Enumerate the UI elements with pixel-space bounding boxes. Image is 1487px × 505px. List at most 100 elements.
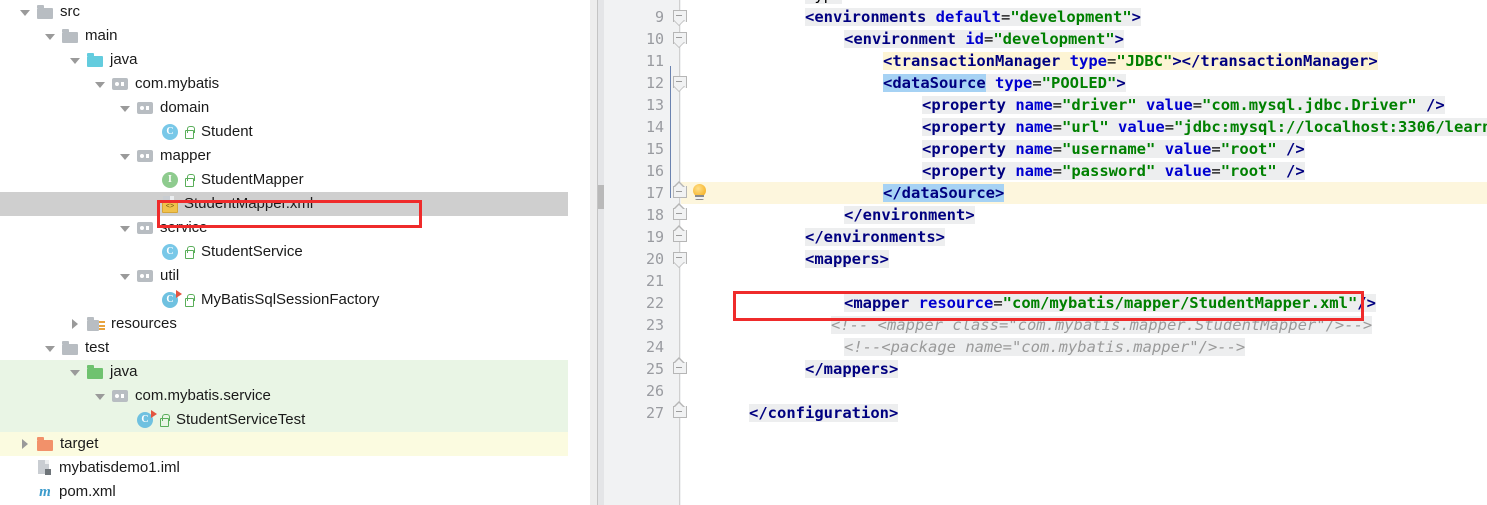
vcs-marker-icon (158, 413, 170, 427)
folder-icon (62, 341, 79, 355)
code-line-22[interactable]: <mapper resource="com/mybatis/mapper/Stu… (844, 292, 1376, 314)
project-tree-panel[interactable]: src main java com.mybatis domain C Student mapp… (0, 0, 590, 505)
tree-item-studentmapper-xml[interactable]: <> StudentMapper.xml (0, 192, 590, 216)
tree-item-domain[interactable]: domain (0, 96, 590, 120)
tree-item-java[interactable]: java (0, 48, 590, 72)
tree-item-label: java (110, 51, 138, 68)
tree-item-service[interactable]: service (0, 216, 590, 240)
line-number-10: 10 (645, 30, 664, 48)
editor-scroll-marker[interactable] (598, 185, 604, 209)
twisty-down-icon[interactable] (95, 79, 106, 90)
runnable-class-icon: C (162, 290, 182, 308)
package-icon (137, 221, 154, 235)
tree-item-com-mybatis[interactable]: com.mybatis (0, 72, 590, 96)
code-line-13[interactable]: <property name="driver" value="com.mysql… (922, 94, 1445, 116)
vcs-marker-icon (183, 125, 195, 139)
code-line-14[interactable]: <property name="url" value="jdbc:mysql:/… (922, 116, 1487, 138)
tree-item-label: MyBatisSqlSessionFactory (201, 291, 380, 308)
twisty-down-icon[interactable] (70, 367, 81, 378)
tree-item-studentservicetest[interactable]: C StudentServiceTest (0, 408, 590, 432)
tree-item-label: target (60, 435, 99, 452)
code-line-27[interactable]: </configuration> (749, 402, 899, 424)
twisty-down-icon[interactable] (120, 223, 131, 234)
java-class-icon: C (162, 124, 178, 140)
twisty-down-icon[interactable] (120, 271, 131, 282)
tree-item-label: service (160, 219, 208, 236)
tree-item-label: com.mybatis (135, 75, 220, 92)
tree-item-util[interactable]: util (0, 264, 590, 288)
tree-item-studentservice[interactable]: C StudentService (0, 240, 590, 264)
tree-scroll-strip[interactable] (568, 0, 590, 505)
code-line-11[interactable]: <transactionManager type="JDBC"></transa… (883, 50, 1378, 72)
package-icon (137, 269, 154, 283)
tree-item-mybatissqlsessionfactory[interactable]: C MyBatisSqlSessionFactory (0, 288, 590, 312)
twisty-down-icon[interactable] (45, 31, 56, 42)
twisty-down-icon[interactable] (120, 103, 131, 114)
tree-item-label: domain (160, 99, 210, 116)
twisty-down-icon[interactable] (70, 55, 81, 66)
tree-item-java[interactable]: java (0, 360, 590, 384)
code-content[interactable]: type<environments default="development">… (681, 0, 1487, 505)
tree-item-main[interactable]: main (0, 24, 590, 48)
folder-icon (37, 5, 54, 19)
line-number-24: 24 (645, 338, 664, 356)
twisty-down-icon[interactable] (95, 391, 106, 402)
line-number-11: 11 (645, 52, 664, 70)
code-line-24[interactable]: <!--<package name="com.mybatis.mapper"/>… (844, 336, 1246, 358)
code-line-25[interactable]: </mappers> (805, 358, 899, 380)
tree-item-label: src (60, 3, 80, 20)
line-number-12: 12 (645, 74, 664, 92)
code-line-23[interactable]: <!-- <mapper class="com.mybatis.mapper.S… (831, 314, 1373, 336)
tree-item-student[interactable]: C Student (0, 120, 590, 144)
line-number-22: 22 (645, 294, 664, 312)
tree-item-label: main (85, 27, 118, 44)
twisty-right-icon[interactable] (70, 318, 81, 330)
code-line-9[interactable]: <environments default="development"> (805, 6, 1142, 28)
code-line-15[interactable]: <property name="username" value="root" /… (922, 138, 1305, 160)
vcs-marker-icon (183, 245, 195, 259)
vcs-marker-icon (183, 293, 195, 307)
twisty-down-icon[interactable] (45, 343, 56, 354)
tree-item-label: StudentServiceTest (176, 411, 306, 428)
twisty-right-icon[interactable] (20, 438, 31, 450)
code-line-18[interactable]: </environment> (844, 204, 975, 226)
maven-file-icon: m (39, 484, 51, 500)
tree-item-pom-xml[interactable]: m pom.xml (0, 480, 590, 504)
vcs-marker-icon (183, 173, 195, 187)
line-number-26: 26 (645, 382, 664, 400)
line-number-19: 19 (645, 228, 664, 246)
tree-item-test[interactable]: test (0, 336, 590, 360)
line-number-17: 17 (645, 184, 664, 202)
code-line-20[interactable]: <mappers> (805, 248, 889, 270)
tree-item-resources[interactable]: resources (0, 312, 590, 336)
code-line-12[interactable]: <dataSource type="POOLED"> (883, 72, 1126, 94)
code-line-17[interactable]: </dataSource> (800, 182, 1487, 204)
tree-item-label: StudentMapper.xml (184, 195, 314, 212)
code-line-10[interactable]: <environment id="development"> (844, 28, 1125, 50)
code-line-19[interactable]: </environments> (805, 226, 945, 248)
tree-item-label: mybatisdemo1.iml (59, 459, 180, 476)
tree-item-mapper[interactable]: mapper (0, 144, 590, 168)
twisty-down-icon[interactable] (120, 151, 131, 162)
line-number-16: 16 (645, 162, 664, 180)
resources-folder-icon (87, 317, 105, 331)
code-editor[interactable]: 89101112131415161718192021222324252627 t… (598, 0, 1487, 505)
tree-item-src[interactable]: src (0, 0, 590, 24)
package-icon (112, 389, 129, 403)
line-number-13: 13 (645, 96, 664, 114)
tree-item-label: util (160, 267, 180, 284)
xml-file-icon: <> (162, 196, 178, 213)
tree-item-mybatisdemo1-iml[interactable]: mybatisdemo1.iml (0, 456, 590, 480)
tree-item-studentmapper[interactable]: I StudentMapper (0, 168, 590, 192)
code-line-16[interactable]: <property name="password" value="root" /… (922, 160, 1305, 182)
twisty-down-icon[interactable] (20, 7, 31, 18)
tree-item-target[interactable]: target (0, 432, 590, 456)
tree-item-com-mybatis-service[interactable]: com.mybatis.service (0, 384, 590, 408)
tree-item-label: test (85, 339, 110, 356)
line-number-15: 15 (645, 140, 664, 158)
